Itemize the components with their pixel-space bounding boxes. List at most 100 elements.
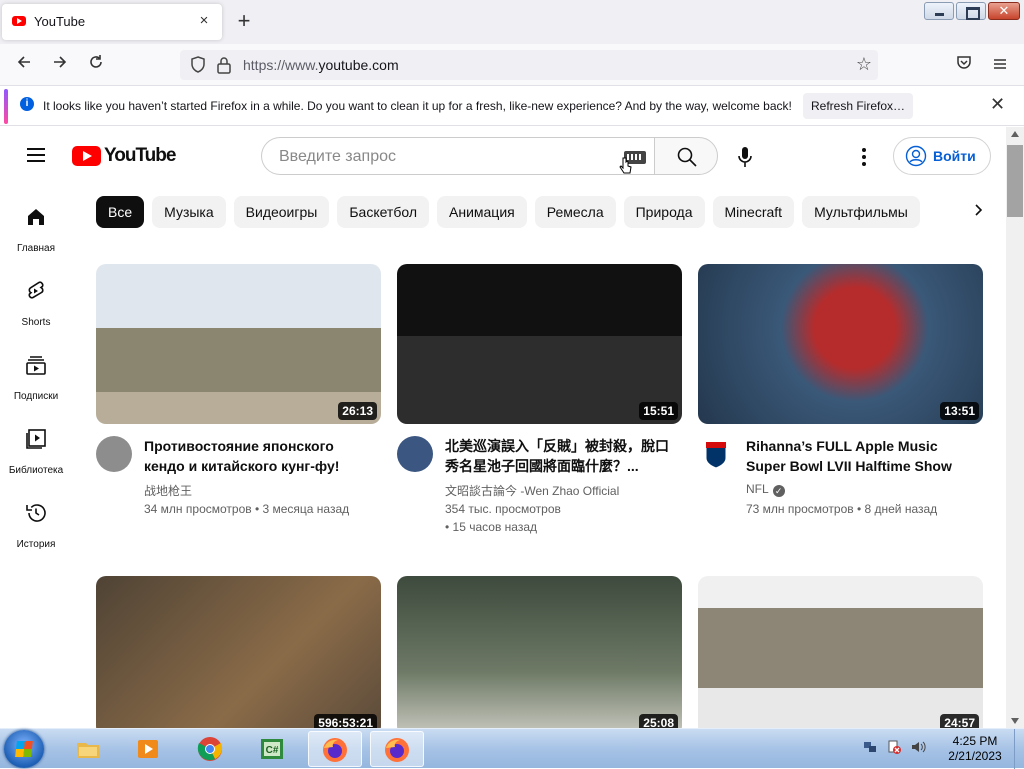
tab-close-button[interactable]: × xyxy=(194,11,214,31)
start-button[interactable] xyxy=(4,730,44,768)
video-thumbnail[interactable]: 24:57 xyxy=(698,576,983,728)
svg-text:C#: C# xyxy=(266,745,279,756)
nfl-logo-icon[interactable] xyxy=(698,436,734,472)
channel-name[interactable]: 战地枪王 xyxy=(144,482,192,499)
sidebar-item-history[interactable]: История xyxy=(0,501,72,563)
navigation-toolbar: https://www.youtube.com ☆ xyxy=(0,44,1024,86)
chip-video-games[interactable]: Видеоигры xyxy=(233,196,330,228)
taskbar-app-explorer[interactable] xyxy=(62,731,116,767)
video-thumbnail[interactable]: 596:53:21 xyxy=(96,576,381,728)
shield-icon[interactable] xyxy=(188,54,208,76)
taskbar-app-firefox[interactable] xyxy=(370,731,424,767)
video-thumbnail[interactable]: 13:51 xyxy=(698,264,983,424)
sign-in-label: Войти xyxy=(933,148,976,164)
scrollbar-thumb[interactable] xyxy=(1007,145,1023,217)
channel-avatar[interactable] xyxy=(397,436,433,472)
video-thumbnail[interactable]: 25:08 xyxy=(397,576,682,728)
chip-nature[interactable]: Природа xyxy=(623,196,705,228)
back-button[interactable] xyxy=(11,53,37,77)
minimize-button[interactable] xyxy=(924,2,954,20)
taskbar-app-chrome[interactable] xyxy=(184,731,238,767)
video-card[interactable]: 15:51 北美巡演誤入「反賊」被封殺，脫口秀名星池子回國將面臨什麼？... 文… xyxy=(397,264,682,534)
video-title[interactable]: Противостояние японского кендо и китайск… xyxy=(144,436,374,476)
sidebar-item-label: Подписки xyxy=(13,391,59,402)
reload-button[interactable] xyxy=(83,53,109,77)
media-player-icon xyxy=(138,740,158,758)
chip-basketball[interactable]: Баскетбол xyxy=(337,196,429,228)
taskbar-app-firefox-active[interactable] xyxy=(308,731,362,767)
channel-name[interactable]: NFL ✓ xyxy=(746,482,785,497)
video-duration: 24:57 xyxy=(940,714,979,728)
url-text[interactable]: https://www.youtube.com xyxy=(243,57,399,73)
channel-avatar[interactable] xyxy=(96,436,132,472)
pocket-button[interactable] xyxy=(951,53,977,77)
close-window-button[interactable]: ✕ xyxy=(988,2,1020,20)
search-button[interactable] xyxy=(654,137,718,175)
lock-icon[interactable] xyxy=(216,55,232,75)
scroll-down-arrow-icon[interactable] xyxy=(1011,718,1019,724)
chip-all[interactable]: Все xyxy=(96,196,145,228)
video-card[interactable]: 24:57 xyxy=(698,576,983,728)
settings-more-button[interactable] xyxy=(856,145,872,169)
video-duration: 26:13 xyxy=(338,402,377,420)
voice-search-button[interactable] xyxy=(730,143,760,171)
chip-animation[interactable]: Анимация xyxy=(437,196,527,228)
tab-youtube[interactable]: YouTube × xyxy=(2,4,222,40)
video-meta: 北美巡演誤入「反賊」被封殺，脫口秀名星池子回國將面臨什麼？... 文昭談古論今 … xyxy=(397,424,682,534)
youtube-logo[interactable]: YouTube xyxy=(72,145,176,167)
scroll-up-arrow-icon[interactable] xyxy=(1011,131,1019,137)
clock-time: 4:25 PM xyxy=(952,734,998,748)
video-card[interactable]: 25:08 xyxy=(397,576,682,728)
firefox-icon xyxy=(385,738,409,762)
channel-name[interactable]: 文昭談古論今 -Wen Zhao Official xyxy=(445,482,619,499)
app-menu-button[interactable] xyxy=(987,53,1013,77)
action-center-icon[interactable] xyxy=(886,739,902,755)
forward-button[interactable] xyxy=(47,53,73,77)
video-card[interactable]: 596:53:21 xyxy=(96,576,381,728)
video-thumbnail[interactable]: 15:51 xyxy=(397,264,682,424)
sign-in-button[interactable]: Войти xyxy=(893,137,991,175)
refresh-firefox-button[interactable]: Refresh Firefox… xyxy=(803,93,913,119)
taskbar-app-csharp[interactable]: C# xyxy=(246,731,300,767)
taskbar-app-media-player[interactable] xyxy=(122,731,176,767)
video-stats: 354 тыс. просмотров • 15 часов назад xyxy=(445,502,561,534)
video-title[interactable]: Rihanna’s FULL Apple Music Super Bowl LV… xyxy=(746,436,976,476)
url-bar[interactable]: https://www.youtube.com ☆ xyxy=(180,50,878,80)
sidebar-item-subscriptions[interactable]: Подписки xyxy=(0,353,72,415)
logo-text: YouTube xyxy=(104,145,176,166)
search-input[interactable]: Введите запрос xyxy=(261,137,655,175)
video-duration: 13:51 xyxy=(940,402,979,420)
show-desktop-button[interactable] xyxy=(1014,729,1024,769)
volume-icon[interactable] xyxy=(910,739,926,755)
new-tab-button[interactable]: + xyxy=(232,8,256,36)
chip-music[interactable]: Музыка xyxy=(152,196,226,228)
chips-next-button[interactable] xyxy=(966,201,990,225)
video-card[interactable]: 26:13 Противостояние японского кендо и к… xyxy=(96,264,381,534)
guide-menu-icon[interactable] xyxy=(27,148,45,162)
search-placeholder: Введите запрос xyxy=(279,148,396,165)
video-card[interactable]: 13:51 Rihanna’s FULL Apple Music Super B… xyxy=(698,264,983,534)
notification-message: It looks like you haven’t started Firefo… xyxy=(43,99,792,113)
notification-close-button[interactable]: ✕ xyxy=(990,94,1005,115)
sidebar-item-library[interactable]: Библиотека xyxy=(0,427,72,489)
account-circle-icon xyxy=(905,145,927,167)
sidebar-item-label: Библиотека xyxy=(8,465,64,476)
video-title[interactable]: 北美巡演誤入「反賊」被封殺，脫口秀名星池子回國將面臨什麼？... xyxy=(445,436,675,476)
chip-cartoons[interactable]: Мультфильмы xyxy=(802,196,920,228)
hamburger-menu-icon xyxy=(994,59,1006,69)
page-scrollbar[interactable] xyxy=(1006,127,1024,728)
windows-taskbar: C# 4:25 PM 2/21/2023 xyxy=(0,728,1024,769)
maximize-button[interactable] xyxy=(956,2,986,20)
sidebar-item-shorts[interactable]: Shorts xyxy=(0,279,72,341)
video-duration: 15:51 xyxy=(639,402,678,420)
video-thumbnail[interactable]: 26:13 xyxy=(96,264,381,424)
more-vertical-icon xyxy=(862,148,866,166)
network-icon[interactable] xyxy=(862,739,878,755)
taskbar-clock[interactable]: 4:25 PM 2/21/2023 xyxy=(940,734,1010,764)
chip-crafts[interactable]: Ремесла xyxy=(534,196,616,228)
chip-minecraft[interactable]: Minecraft xyxy=(712,196,795,228)
bookmark-star-icon[interactable]: ☆ xyxy=(856,54,872,75)
sidebar-item-home[interactable]: Главная xyxy=(0,205,72,267)
reload-icon xyxy=(90,55,102,68)
search-icon xyxy=(677,147,697,167)
